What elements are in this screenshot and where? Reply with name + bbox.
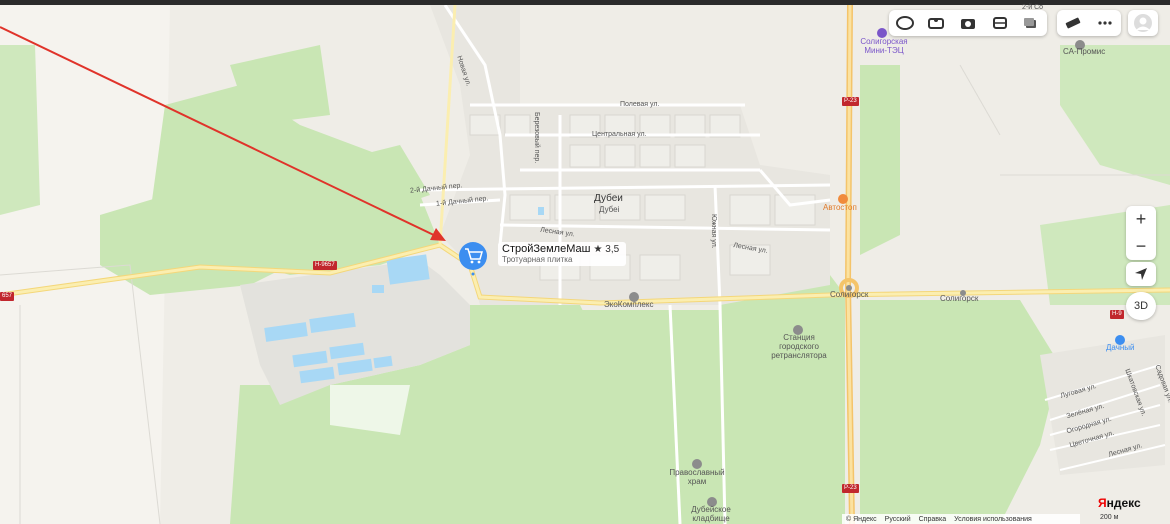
ruler-icon[interactable] xyxy=(1061,12,1085,34)
zoom-out-button[interactable]: − xyxy=(1126,233,1156,260)
street-label-centralnaya: Центральная ул. xyxy=(592,131,647,138)
road-badge-p23-bottom: Р-23 xyxy=(842,484,859,493)
language-selector[interactable]: Русский xyxy=(885,516,911,523)
terms-link[interactable]: Условия использования xyxy=(954,516,1032,523)
map-toolbar-secondary xyxy=(1057,10,1121,36)
street-label-berezovy: Березовый пер. xyxy=(533,112,540,164)
panorama-icon[interactable] xyxy=(924,12,948,34)
transit-icon[interactable] xyxy=(988,12,1012,34)
town-name: Дубеи xyxy=(594,193,623,204)
zoom-control: + − xyxy=(1126,206,1156,260)
poi-church[interactable]: Православный храм xyxy=(662,468,732,486)
forest-strip xyxy=(860,65,900,255)
street-label-yuzhnaya: Южная ул. xyxy=(710,214,717,249)
forest-far-left xyxy=(0,45,40,215)
map-toolbar xyxy=(889,10,1047,36)
help-link[interactable]: Справка xyxy=(919,516,946,523)
poi-cemetery[interactable]: Дубейское кладбище xyxy=(676,505,746,523)
locate-button[interactable] xyxy=(1126,262,1156,286)
place-card[interactable]: СтройЗемлеМаш ★ 3,5 Тротуарная плитка xyxy=(498,242,626,266)
road-badge-h9-right: Н-9 xyxy=(1110,310,1124,319)
road-badge-h9657: Н-9657 xyxy=(313,261,337,270)
poi-dachny[interactable]: Дачный xyxy=(1106,343,1135,352)
road-badge-p23-top: Р-23 xyxy=(842,97,859,106)
poi-avtostop[interactable]: Автостоп xyxy=(823,203,857,212)
poi-soligorsk[interactable]: Солигорск xyxy=(940,294,978,303)
yandex-logo: Яндекс xyxy=(1098,496,1141,510)
road-badge-h9657-left: 657 xyxy=(0,292,15,301)
poi-soligorsk-stop[interactable]: Солигорск xyxy=(830,290,868,299)
map-mode-icon[interactable] xyxy=(1019,12,1043,34)
zoom-in-button[interactable]: + xyxy=(1126,206,1156,233)
more-icon[interactable] xyxy=(1093,12,1117,34)
poi-station[interactable]: Станция городского ретранслятора xyxy=(764,333,834,360)
copyright-link[interactable]: © Яндекс xyxy=(846,516,877,523)
camera-icon[interactable] xyxy=(956,12,980,34)
place-subtitle: Тротуарная плитка xyxy=(502,255,573,264)
place-card-title-row: СтройЗемлеМаш ★ 3,5 xyxy=(502,243,619,255)
forest-south-east xyxy=(720,275,845,524)
poi-sa-promis[interactable]: СА-Промис xyxy=(1063,47,1105,56)
user-avatar[interactable] xyxy=(1128,10,1158,36)
place-rating: ★ 3,5 xyxy=(593,244,620,255)
locate-arrow-icon xyxy=(1135,268,1147,280)
place-title: СтройЗемлеМаш xyxy=(502,243,591,255)
3d-button[interactable]: 3D xyxy=(1126,292,1156,320)
scale-bar: 200 м xyxy=(1100,514,1119,521)
poi-mini-tec[interactable]: Солигорская Мини-ТЭЦ xyxy=(852,37,916,55)
town-name-local: Дубеі xyxy=(599,205,620,214)
street-label-polevaya: Полевая ул. xyxy=(620,101,660,108)
poi-ekokompleks[interactable]: ЭкоКомплекс xyxy=(604,300,653,309)
layers-icon[interactable] xyxy=(893,12,917,34)
map-footer: © Яндекс Русский Справка Условия использ… xyxy=(842,514,1080,524)
